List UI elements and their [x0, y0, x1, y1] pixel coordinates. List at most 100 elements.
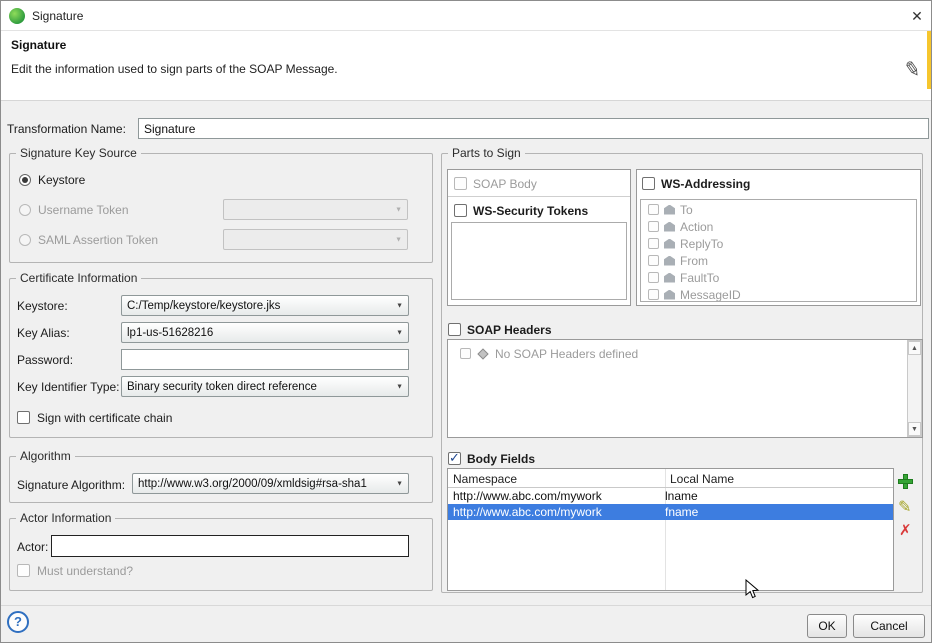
radio-keystore[interactable] [19, 174, 31, 186]
delete-row-icon[interactable]: ✗ [899, 521, 912, 539]
header-part-icon [664, 256, 675, 266]
ws-addressing-item[interactable]: ReplyTo [641, 235, 916, 252]
ws-security-tokens-checkbox[interactable] [454, 204, 467, 217]
sign-with-certificate-chain-checkbox[interactable] [17, 411, 30, 424]
ws-addressing-item[interactable]: To [641, 201, 916, 218]
footer-divider [1, 605, 932, 606]
ws-addressing-item[interactable]: Action [641, 218, 916, 235]
item-checkbox [648, 238, 659, 249]
ok-button[interactable]: OK [807, 614, 847, 638]
table-row[interactable]: http://www.abc.com/mywork lname [448, 488, 893, 504]
soap-headers-label: SOAP Headers [467, 323, 552, 337]
saml-token-combo[interactable]: ▼ [223, 229, 408, 250]
header-title: Signature [11, 38, 66, 52]
must-understand-label: Must understand? [37, 564, 133, 578]
soap-headers-empty-text: No SOAP Headers defined [495, 347, 638, 361]
item-checkbox [648, 272, 659, 283]
keystore-label: Keystore: [17, 299, 68, 313]
dropdown-arrow-icon: ▼ [396, 480, 403, 487]
header-part-icon [664, 239, 675, 249]
soap-body-checkbox[interactable] [454, 177, 467, 190]
item-label: ReplyTo [680, 237, 723, 251]
item-label: To [680, 203, 693, 217]
radio-username-token[interactable] [19, 204, 31, 216]
ws-addressing-checkbox[interactable] [642, 177, 655, 190]
sign-with-certificate-chain-label: Sign with certificate chain [37, 411, 172, 425]
item-label: FaultTo [680, 271, 719, 285]
item-checkbox [648, 204, 659, 215]
ws-security-tokens-list[interactable] [451, 222, 627, 300]
soap-headers-scrollbar[interactable]: ▲ ▼ [907, 340, 922, 437]
soap-headers-checkbox[interactable] [448, 323, 461, 336]
ws-security-tokens-label: WS-Security Tokens [473, 204, 588, 218]
actor-input[interactable] [51, 535, 409, 557]
cell-local-name: fname [660, 504, 893, 520]
dialog-header: Signature Edit the information used to s… [1, 31, 931, 101]
close-icon[interactable]: ✕ [906, 6, 928, 26]
password-label: Password: [17, 353, 73, 367]
key-identifier-type-label: Key Identifier Type: [17, 380, 120, 394]
key-alias-combo[interactable]: lp1-us-51628216 ▼ [121, 322, 409, 343]
group-title-parts-to-sign: Parts to Sign [448, 146, 525, 160]
edit-row-icon[interactable]: ✎ [898, 497, 911, 517]
signature-algorithm-combo-value: http://www.w3.org/2000/09/xmldsig#rsa-sh… [138, 478, 367, 490]
header-description: Edit the information used to sign parts … [11, 62, 338, 76]
username-token-combo[interactable]: ▼ [223, 199, 408, 220]
dropdown-arrow-icon: ▼ [396, 383, 403, 390]
app-logo-icon [9, 8, 25, 24]
password-input[interactable] [121, 349, 409, 370]
signature-dialog: Signature ✕ Signature Edit the informati… [0, 0, 932, 643]
cell-namespace: http://www.abc.com/mywork [448, 488, 660, 504]
scroll-down-icon[interactable]: ▼ [908, 422, 921, 436]
must-understand-checkbox[interactable] [17, 564, 30, 577]
actor-label: Actor: [17, 540, 48, 554]
signature-algorithm-label: Signature Algorithm: [17, 478, 125, 492]
body-fields-checkbox[interactable] [448, 452, 461, 465]
transformation-name-input[interactable] [138, 118, 929, 139]
key-alias-label: Key Alias: [17, 326, 70, 340]
ws-addressing-label: WS-Addressing [661, 177, 750, 191]
radio-keystore-label: Keystore [38, 173, 85, 187]
header-part-icon [664, 290, 675, 300]
ws-addressing-item[interactable]: FaultTo [641, 269, 916, 286]
title-bar: Signature ✕ [1, 1, 931, 31]
dropdown-arrow-icon: ▼ [396, 302, 403, 309]
dropdown-arrow-icon: ▼ [396, 329, 403, 336]
keystore-combo-value: C:/Temp/keystore/keystore.jks [127, 300, 280, 312]
body-fields-label: Body Fields [467, 452, 535, 466]
signature-algorithm-combo[interactable]: http://www.w3.org/2000/09/xmldsig#rsa-sh… [132, 473, 409, 494]
item-checkbox [648, 289, 659, 300]
radio-saml-token[interactable] [19, 234, 31, 246]
header-part-icon [664, 205, 675, 215]
ws-addressing-item[interactable]: MessageID [641, 286, 916, 301]
radio-username-token-label: Username Token [38, 203, 129, 217]
column-header-namespace[interactable]: Namespace [453, 472, 517, 486]
item-label: MessageID [680, 288, 741, 302]
table-row[interactable]: http://www.abc.com/mywork fname [448, 504, 893, 520]
header-accent-bar [927, 31, 931, 89]
dropdown-arrow-icon: ▼ [395, 236, 402, 243]
column-header-local-name[interactable]: Local Name [670, 472, 734, 486]
soap-headers-item-checkbox [460, 348, 471, 359]
item-checkbox [648, 221, 659, 232]
panel-divider [448, 196, 630, 197]
header-part-icon [664, 222, 675, 232]
key-identifier-type-combo[interactable]: Binary security token direct reference ▼ [121, 376, 409, 397]
cancel-button[interactable]: Cancel [853, 614, 925, 638]
help-button[interactable]: ? [7, 611, 29, 633]
cell-namespace: http://www.abc.com/mywork [448, 504, 660, 520]
key-identifier-type-combo-value: Binary security token direct reference [127, 381, 317, 393]
scroll-up-icon[interactable]: ▲ [908, 341, 921, 355]
item-label: Action [680, 220, 713, 234]
radio-saml-token-label: SAML Assertion Token [38, 233, 158, 247]
ws-addressing-item[interactable]: From [641, 252, 916, 269]
add-row-icon[interactable] [898, 474, 913, 489]
keystore-combo[interactable]: C:/Temp/keystore/keystore.jks ▼ [121, 295, 409, 316]
dropdown-arrow-icon: ▼ [395, 206, 402, 213]
transformation-name-label: Transformation Name: [7, 122, 126, 136]
group-title-actor: Actor Information [16, 511, 115, 525]
soap-body-label: SOAP Body [473, 177, 537, 191]
window-title: Signature [32, 9, 83, 23]
header-part-icon [664, 273, 675, 283]
signature-pen-icon: ✎ [902, 56, 923, 84]
